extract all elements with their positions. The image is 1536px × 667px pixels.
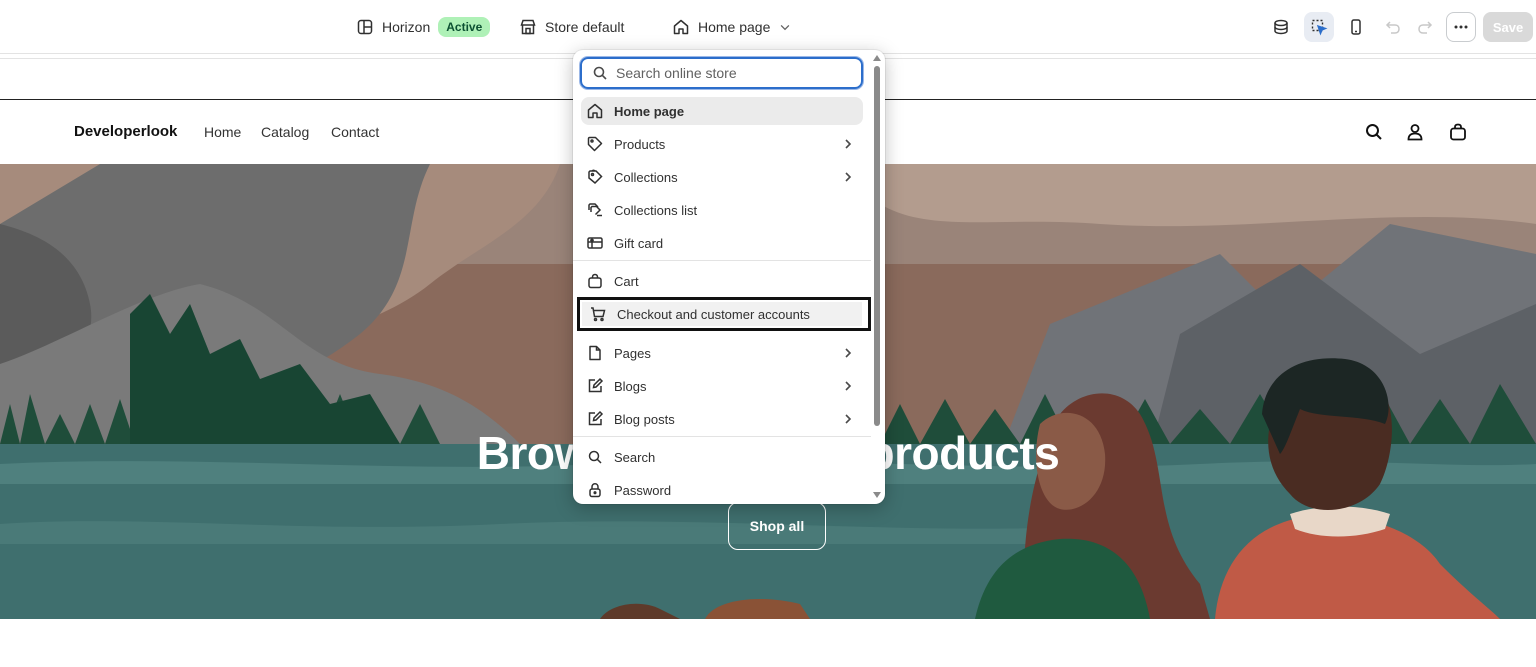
menu-item-label: Password bbox=[614, 483, 672, 498]
chevron-right-icon bbox=[845, 414, 852, 424]
chevron-right-icon bbox=[845, 348, 852, 358]
more-actions-button[interactable] bbox=[1446, 12, 1476, 42]
menu-item-label: Products bbox=[614, 137, 666, 152]
theme-status-badge: Active bbox=[438, 17, 491, 37]
theme-name: Horizon bbox=[382, 19, 431, 35]
chevron-down-icon bbox=[781, 25, 790, 31]
layout-icon bbox=[357, 19, 373, 35]
search-icon[interactable] bbox=[1364, 122, 1384, 142]
preview-inspector-button[interactable] bbox=[1266, 12, 1296, 42]
lock-icon bbox=[589, 483, 601, 498]
menu-item-collections[interactable]: Collections bbox=[581, 163, 863, 191]
menu-item-search[interactable]: Search bbox=[581, 443, 863, 471]
save-button[interactable]: Save bbox=[1483, 12, 1533, 42]
shop-all-button[interactable]: Shop all bbox=[728, 502, 826, 550]
store-icon bbox=[520, 19, 536, 35]
nav-link-catalog[interactable]: Catalog bbox=[261, 124, 309, 140]
cursor-select-icon bbox=[1311, 19, 1328, 36]
page-selector[interactable]: Home page bbox=[672, 14, 792, 40]
search-icon bbox=[588, 450, 602, 464]
redo-icon bbox=[1418, 21, 1433, 34]
page-icon bbox=[589, 345, 601, 361]
scroll-up-arrow-icon[interactable] bbox=[873, 55, 881, 61]
search-input[interactable] bbox=[616, 65, 846, 81]
menu-item-label: Checkout and customer accounts bbox=[617, 307, 810, 322]
nav-link-contact[interactable]: Contact bbox=[331, 124, 379, 140]
store-brand[interactable]: Developerlook bbox=[74, 123, 177, 140]
undo-button[interactable] bbox=[1378, 12, 1408, 42]
home-icon bbox=[587, 103, 603, 119]
menu-item-checkout-and-customer-accounts[interactable]: Checkout and customer accounts bbox=[577, 297, 871, 331]
tag-icon bbox=[587, 136, 603, 152]
gift-card-icon bbox=[587, 237, 603, 249]
menu-item-label: Pages bbox=[614, 346, 651, 361]
menu-item-label: Gift card bbox=[614, 236, 664, 251]
chevron-right-icon bbox=[845, 172, 852, 182]
undo-icon bbox=[1385, 21, 1400, 34]
mobile-view-button[interactable] bbox=[1341, 12, 1371, 42]
search-icon bbox=[593, 66, 607, 80]
chevron-right-icon bbox=[845, 381, 852, 391]
store-context-label: Store default bbox=[545, 19, 625, 35]
menu-item-collections-list[interactable]: Collections list bbox=[581, 196, 863, 224]
menu-item-password[interactable]: Password bbox=[581, 476, 863, 504]
menu-item-label: Collections list bbox=[614, 203, 698, 218]
search-field[interactable] bbox=[580, 57, 863, 89]
redo-button[interactable] bbox=[1410, 12, 1440, 42]
theme-selector[interactable]: Horizon Active bbox=[356, 14, 491, 40]
account-icon[interactable] bbox=[1405, 122, 1425, 142]
menu-item-home-page[interactable]: Home page bbox=[581, 97, 863, 125]
page-selector-label: Home page bbox=[698, 19, 771, 35]
mobile-icon bbox=[1351, 19, 1361, 35]
page-picker-dropdown: Home page Products Collections Collectio… bbox=[573, 50, 885, 504]
menu-item-label: Search bbox=[614, 450, 656, 465]
menu-divider bbox=[573, 260, 871, 261]
dropdown-scrollbar[interactable] bbox=[874, 66, 880, 426]
collections-icon bbox=[588, 169, 603, 185]
edit-icon bbox=[588, 377, 604, 393]
nav-link-home[interactable]: Home bbox=[204, 124, 241, 140]
cart-icon bbox=[591, 307, 606, 322]
menu-item-blog-posts[interactable]: Blog posts bbox=[581, 405, 863, 433]
menu-item-gift-card[interactable]: Gift card bbox=[581, 229, 863, 257]
menu-divider bbox=[573, 436, 871, 437]
collections-list-icon bbox=[588, 203, 602, 217]
bag-icon bbox=[588, 273, 602, 289]
menu-item-label: Home page bbox=[614, 104, 685, 119]
menu-item-label: Blogs bbox=[614, 379, 647, 394]
menu-item-pages[interactable]: Pages bbox=[581, 339, 863, 367]
scroll-down-arrow-icon[interactable] bbox=[873, 492, 881, 498]
database-icon bbox=[1274, 19, 1288, 35]
menu-item-blogs[interactable]: Blogs bbox=[581, 372, 863, 400]
more-horizontal-icon bbox=[1454, 25, 1468, 29]
select-element-button[interactable] bbox=[1304, 12, 1334, 42]
store-context-selector[interactable]: Store default bbox=[519, 14, 624, 40]
menu-item-label: Collections bbox=[614, 170, 678, 185]
menu-item-label: Blog posts bbox=[614, 412, 675, 427]
chevron-right-icon bbox=[845, 139, 852, 149]
menu-item-label: Cart bbox=[614, 274, 639, 289]
menu-item-products[interactable]: Products bbox=[581, 130, 863, 158]
cart-bag-icon[interactable] bbox=[1448, 122, 1468, 142]
menu-item-cart[interactable]: Cart bbox=[581, 267, 863, 295]
edit-icon bbox=[588, 410, 604, 426]
editor-topbar: Horizon Active Store default Home page S… bbox=[0, 0, 1536, 54]
home-icon bbox=[673, 19, 689, 35]
